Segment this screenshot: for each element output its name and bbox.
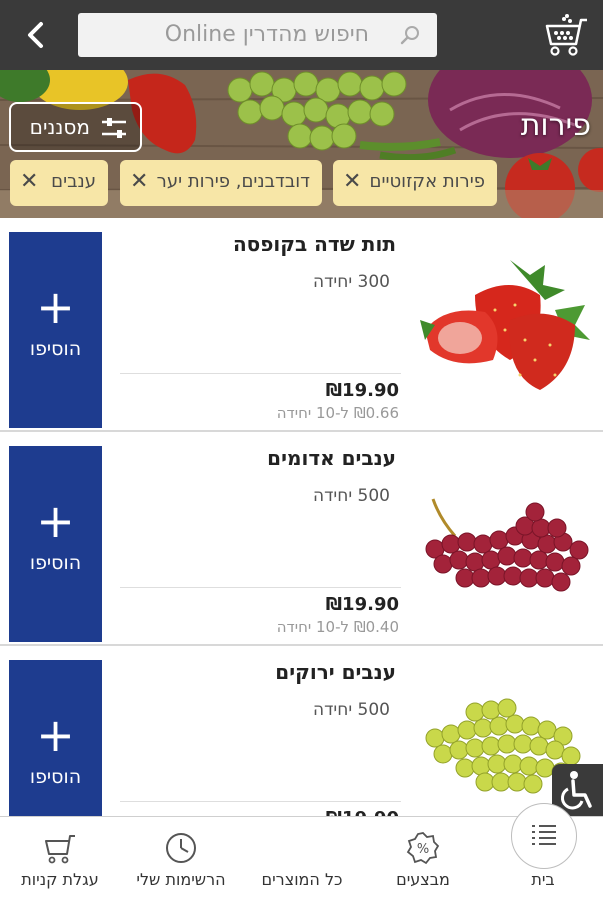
clock-icon <box>166 833 196 863</box>
nav-label: מבצעים <box>396 870 450 889</box>
all-products-circle[interactable] <box>511 803 577 869</box>
nav-item-cart[interactable]: עגלת קניות <box>0 817 120 901</box>
nav-item-my-lists[interactable]: הרשימות שלי <box>121 817 241 901</box>
nav-label: כל המוצרים <box>261 870 343 889</box>
filter-button[interactable]: מסננים <box>9 102 142 152</box>
plus-icon: + <box>36 280 75 334</box>
search-icon <box>400 26 419 45</box>
product-price: ₪19.90 <box>325 380 399 401</box>
search-input[interactable]: חיפוש מהדרין Online <box>78 13 437 57</box>
chip-label: דובדבנים, פירות יער <box>156 171 310 192</box>
filter-label: מסננים <box>29 115 90 139</box>
add-to-cart-button[interactable]: + הוסיפו <box>9 446 102 642</box>
add-button-label: הוסיפו <box>29 552 82 574</box>
divider <box>120 587 401 588</box>
bottom-navigation: בית % מבצעים כל המוצרים הרשימות שלי עגלת… <box>0 803 603 901</box>
chip-label: פירות אקזוטיים <box>369 171 486 192</box>
list-icon <box>532 825 556 845</box>
percent-badge-icon: % <box>406 832 440 865</box>
plus-icon: + <box>36 494 75 548</box>
product-name[interactable]: ענבים אדומים <box>267 446 396 470</box>
filter-chip[interactable]: דובדבנים, פירות יער ✕ <box>120 160 322 206</box>
search-placeholder: חיפוש מהדרין Online <box>164 22 369 47</box>
product-card: + הוסיפו ענבים אדומים 500 יחידה ₪19.90 ₪… <box>0 434 603 646</box>
category-banner: מסננים פירות פירות אקזוטיים ✕ דובדבנים, … <box>0 70 603 218</box>
unit-price: ₪0.40 ל-10 יחידה <box>276 618 399 636</box>
chip-label: ענבים <box>51 171 96 192</box>
product-name[interactable]: תות שדה בקופסה <box>233 232 396 256</box>
unit-price: ₪0.66 ל-10 יחידה <box>276 404 399 422</box>
back-arrow-icon <box>28 22 43 48</box>
shopping-cart-icon <box>545 14 587 56</box>
product-card: + הוסיפו תות שדה בקופסה 300 יחידה ₪19.90… <box>0 220 603 432</box>
top-bar: חיפוש מהדרין Online <box>0 0 603 70</box>
cart-button[interactable] <box>543 12 591 58</box>
add-to-cart-button[interactable]: + הוסיפו <box>9 232 102 428</box>
product-size: 500 יחידה <box>313 486 390 506</box>
divider <box>120 373 401 374</box>
svg-text:%: % <box>417 842 429 857</box>
back-button[interactable] <box>12 12 58 58</box>
plus-icon: + <box>36 708 75 762</box>
nav-item-deals[interactable]: % מבצעים <box>363 817 483 901</box>
add-button-label: הוסיפו <box>29 338 82 360</box>
close-icon[interactable]: ✕ <box>343 169 361 194</box>
close-icon[interactable]: ✕ <box>20 169 38 194</box>
product-name[interactable]: ענבים ירוקים <box>275 660 396 684</box>
shopping-cart-icon <box>45 835 75 864</box>
strawberry-image[interactable] <box>415 250 590 400</box>
add-button-label: הוסיפו <box>29 766 82 788</box>
filter-chip[interactable]: ענבים ✕ <box>10 160 108 206</box>
product-size: 300 יחידה <box>313 272 390 292</box>
divider <box>120 801 401 802</box>
filter-sliders-icon <box>102 118 126 138</box>
red-grapes-image[interactable] <box>415 464 590 614</box>
category-title: פירות <box>520 108 591 143</box>
nav-label: הרשימות שלי <box>136 870 226 889</box>
product-price: ₪19.90 <box>325 594 399 615</box>
nav-label: בית <box>531 870 555 889</box>
filter-chip[interactable]: פירות אקזוטיים ✕ <box>333 160 497 206</box>
close-icon[interactable]: ✕ <box>130 169 148 194</box>
product-size: 500 יחידה <box>313 700 390 720</box>
nav-label: עגלת קניות <box>21 870 99 889</box>
nav-item-all-products[interactable]: כל המוצרים <box>242 803 577 901</box>
